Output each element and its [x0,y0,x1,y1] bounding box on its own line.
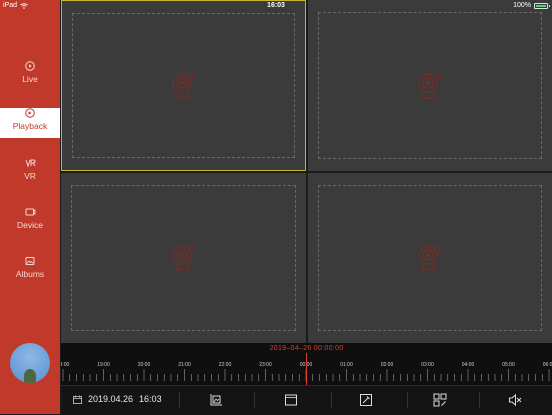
battery-percent: 100% [513,2,531,9]
fullscreen-icon [285,394,297,406]
status-right: 100% [513,2,550,9]
playback-icon [25,108,35,118]
camera-channel-2[interactable] [308,0,552,171]
sidebar-item-label: Albums [15,269,45,279]
camera-channel-4[interactable] [308,173,552,343]
timeline[interactable]: 2019–04–26 00:00:00 18:00 19:00 20:00 21:00… [57,343,552,385]
play-circle-icon [25,61,35,71]
sidebar: Live Playback VR Device Albums [0,0,60,414]
timeline-tick-label: 18:00 [61,362,69,368]
timeline-tick-label: 03:00 [421,362,434,368]
selected-time: 16:03 [139,394,162,404]
timeline-tick-label: 19:00 [97,362,110,368]
sidebar-item-device[interactable]: Device [0,207,60,237]
record-icon [360,394,372,406]
camera-placeholder-icon [418,245,442,271]
status-time: 16:03 [267,2,285,9]
date-picker[interactable]: 2019.04.26 16:03 [73,394,162,404]
albums-icon [25,257,35,265]
sidebar-item-label: Live [22,74,38,84]
snapshot-button[interactable] [207,391,225,409]
camera-placeholder-icon [171,245,195,271]
timeline-tick-label: 01:00 [340,362,353,368]
calendar-icon [73,395,82,404]
timeline-tick-label: 06:00 [543,362,552,368]
vr-icon [25,159,36,168]
sidebar-item-label: Playback [12,121,48,131]
sidebar-item-albums[interactable]: Albums [0,256,60,286]
status-bar: iPad 16:03 100% [0,0,552,12]
timeline-tick-label: 23:00 [259,362,272,368]
sidebar-item-label: VR [24,171,36,181]
fullscreen-button[interactable] [282,391,300,409]
timeline-tick-label: 04:00 [462,362,475,368]
timeline-tick-label: 02:00 [381,362,394,368]
device-icon [25,208,36,216]
sidebar-item-live[interactable]: Live [0,61,60,91]
timeline-tick-label: 20:00 [138,362,151,368]
avatar[interactable] [10,343,50,383]
camera-channel-3[interactable] [61,173,306,343]
timeline-current-time: 2019–04–26 00:00:00 [269,345,344,352]
camera-grid [61,0,552,343]
camera-channel-1[interactable] [61,0,306,171]
record-button[interactable] [357,391,375,409]
camera-placeholder-icon [171,72,195,99]
sidebar-item-vr[interactable]: VR [0,158,60,188]
mute-button[interactable] [506,391,524,409]
layout-button[interactable] [431,391,449,409]
bottom-toolbar: 2019.04.26 16:03 [61,385,552,415]
layout-icon [433,393,447,407]
camera-placeholder-icon [418,72,442,99]
timeline-cursor[interactable] [306,353,307,385]
timeline-tick-label: 22:00 [219,362,232,368]
timeline-tick-label: 05:00 [502,362,515,368]
selected-date: 2019.04.26 [88,394,134,404]
sidebar-item-label: Device [17,220,43,230]
snapshot-icon [210,394,222,406]
battery-icon [534,2,550,9]
timeline-tick-label: 21:00 [178,362,191,368]
sidebar-item-playback[interactable]: Playback [0,108,60,138]
mute-icon [509,393,522,407]
